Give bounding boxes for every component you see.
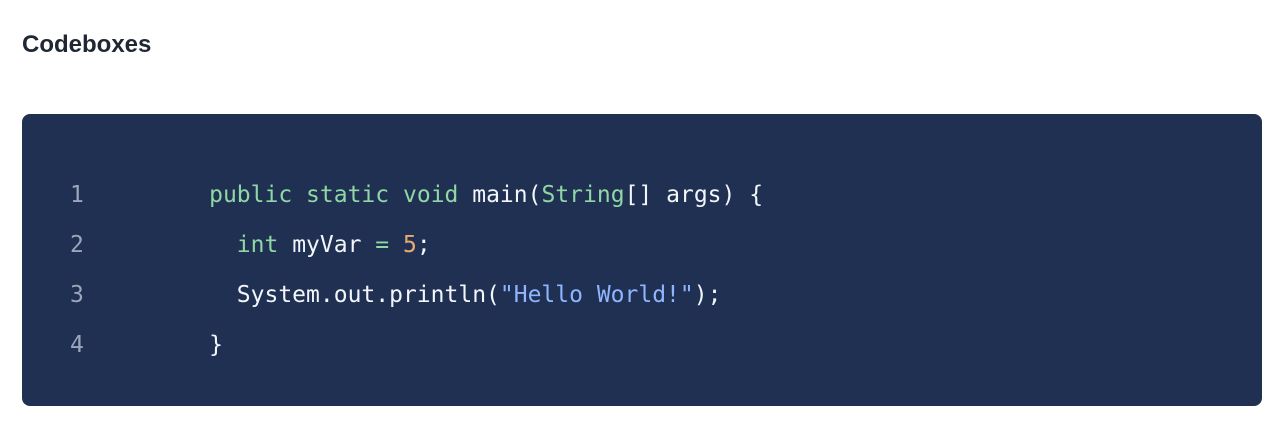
code-text: } — [126, 270, 1262, 420]
line-number: 2 — [70, 232, 84, 258]
code-box: 1 public static void main(String[] args)… — [22, 114, 1262, 406]
code-line: 4 } — [22, 320, 1262, 370]
line-number: 3 — [70, 282, 84, 308]
page-title: Codeboxes — [22, 31, 152, 58]
line-number: 4 — [70, 332, 84, 358]
code-plain-text: } — [209, 332, 223, 358]
line-number: 1 — [70, 182, 84, 208]
